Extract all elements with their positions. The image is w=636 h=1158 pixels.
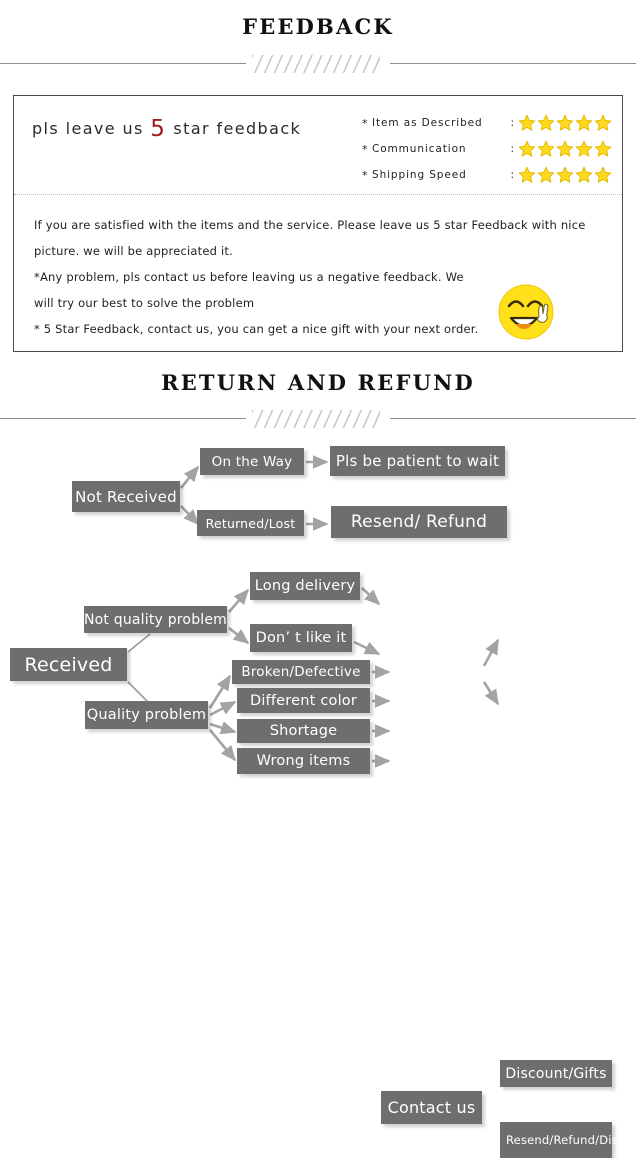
return-divider xyxy=(0,408,636,430)
divider-rule-left xyxy=(0,63,246,64)
bullet-asterisk-icon: * xyxy=(362,168,369,182)
flow-node-pls-be-patient[interactable]: Pls be patient to wait xyxy=(330,446,505,476)
divider-hatch-ornament xyxy=(252,410,380,428)
star-icon xyxy=(594,140,612,157)
smiley-peace-icon xyxy=(497,281,559,343)
star-icon xyxy=(594,166,612,183)
feedback-section-title: FEEDBACK xyxy=(242,14,394,39)
flow-node-long-delivery[interactable]: Long delivery xyxy=(250,572,360,600)
flow-node-returned-lost[interactable]: Returned/Lost xyxy=(197,510,304,536)
flow-node-not-quality-problem[interactable]: Not quality problem xyxy=(84,606,227,633)
star-icon xyxy=(575,166,593,183)
star-icon xyxy=(518,166,536,183)
return-section-title: RETURN AND REFUND xyxy=(161,370,475,395)
flow-node-wrong-items[interactable]: Wrong items xyxy=(237,748,370,774)
feedback-body-text: If you are satisfied with the items and … xyxy=(34,212,586,342)
rating-row-shipping-speed: * Shipping Speed : xyxy=(362,162,612,188)
flow-node-resend-refund[interactable]: Resend/ Refund xyxy=(331,506,507,538)
flow-node-broken-defective[interactable]: Broken/Defective xyxy=(232,660,370,684)
star-icon xyxy=(518,140,536,157)
rating-list: * Item as Described : * Communication : … xyxy=(362,110,612,188)
rating-label: Item as Described xyxy=(372,117,483,129)
divider-rule-right xyxy=(390,418,636,419)
flow-node-discount-gifts[interactable]: Discount/Gifts xyxy=(500,1060,612,1087)
star-icon xyxy=(594,114,612,131)
headline-prefix: pls leave us xyxy=(32,119,151,138)
star-icon xyxy=(575,140,593,157)
feedback-panel-top: pls leave us 5 star feedback * Item as D… xyxy=(14,96,622,194)
rating-row-communication: * Communication : xyxy=(362,136,612,162)
flow-node-dont-like-it[interactable]: Don’ t like it xyxy=(250,624,352,652)
bullet-asterisk-icon: * xyxy=(362,142,369,156)
feedback-headline: pls leave us 5 star feedback xyxy=(32,116,301,142)
feedback-body-line: * 5 Star Feedback, contact us, you can g… xyxy=(34,322,479,336)
feedback-body-line: *Any problem, pls contact us before leav… xyxy=(34,270,464,284)
star-rating-communication xyxy=(518,140,612,158)
divider-rule-right xyxy=(390,63,636,64)
rating-label: Communication xyxy=(372,143,467,155)
flow-node-label-line: Resend/Refund/ xyxy=(506,1132,600,1147)
rating-row-item-as-described: * Item as Described : xyxy=(362,110,612,136)
flow-node-resend-refund-discount[interactable]: Resend/Refund/Discount xyxy=(500,1122,636,1158)
divider-rule-left xyxy=(0,418,246,419)
rating-colon: : xyxy=(510,143,515,155)
feedback-body-line: will try our best to solve the problem xyxy=(34,296,255,310)
rating-colon: : xyxy=(510,169,515,181)
flow-node-quality-problem[interactable]: Quality problem xyxy=(85,701,208,729)
star-icon xyxy=(537,166,555,183)
flow-node-shortage[interactable]: Shortage xyxy=(237,719,370,743)
flow-node-different-color[interactable]: Different color xyxy=(237,688,370,713)
star-icon xyxy=(537,140,555,157)
rating-colon: : xyxy=(510,117,515,129)
feedback-body-line: If you are satisfied with the items and … xyxy=(34,218,586,232)
flow-node-label-line: Discount xyxy=(599,1132,636,1147)
star-icon xyxy=(556,166,574,183)
star-rating-item-as-described xyxy=(518,114,612,132)
rating-label: Shipping Speed xyxy=(372,169,467,181)
star-icon xyxy=(556,140,574,157)
return-refund-flowchart: Not Received On the Way Pls be patient t… xyxy=(0,436,636,1158)
bullet-asterisk-icon: * xyxy=(362,116,369,130)
star-icon xyxy=(556,114,574,131)
flow-node-on-the-way[interactable]: On the Way xyxy=(200,448,304,475)
feedback-divider xyxy=(0,53,636,75)
feedback-body-line: picture. we will be appreciated it. xyxy=(34,244,233,258)
feedback-panel-separator xyxy=(14,194,622,195)
flow-node-contact-us[interactable]: Contact us xyxy=(381,1091,482,1124)
flow-node-not-received[interactable]: Not Received xyxy=(72,481,180,512)
star-rating-shipping-speed xyxy=(518,166,612,184)
star-icon xyxy=(537,114,555,131)
headline-star-number: 5 xyxy=(150,116,167,142)
star-icon xyxy=(518,114,536,131)
star-icon xyxy=(575,114,593,131)
divider-hatch-ornament xyxy=(252,55,380,73)
headline-suffix: star feedback xyxy=(166,119,302,138)
flow-node-received[interactable]: Received xyxy=(10,648,127,681)
